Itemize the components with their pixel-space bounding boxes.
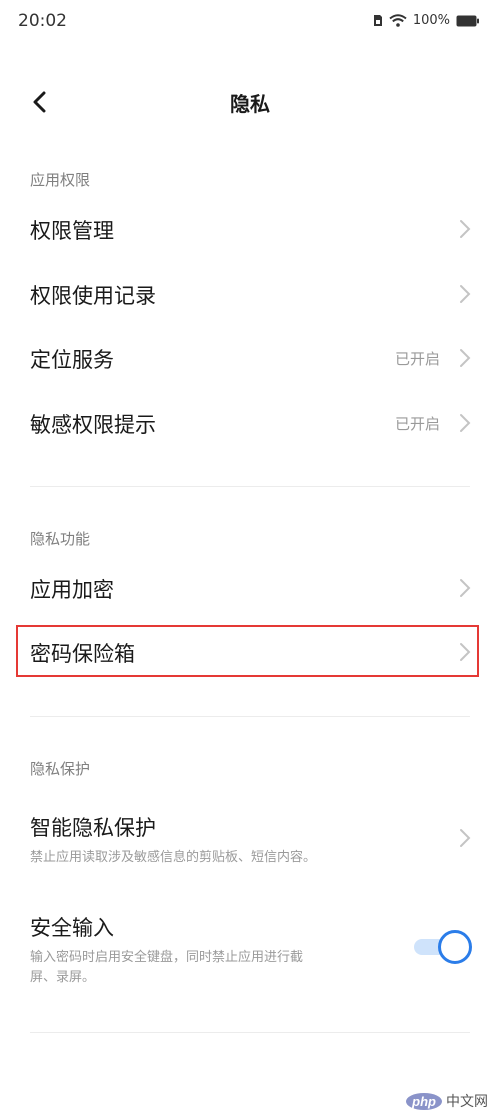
row-description-line-2: 屏、录屏。 [30, 970, 96, 985]
section-header-privacy-protection: 隐私保护 [30, 760, 91, 778]
status-bar: 20:02 100% [0, 0, 500, 46]
row-title: 权限使用记录 [30, 284, 156, 308]
row-description: 禁止应用读取涉及敏感信息的剪贴板、短信内容。 [30, 850, 317, 865]
chevron-right-icon [460, 414, 471, 432]
row-permission-management[interactable]: 权限管理 [0, 197, 500, 261]
row-status-value: 已开启 [394, 415, 440, 433]
battery-icon [456, 15, 480, 27]
section-header-app-permissions: 应用权限 [30, 171, 91, 189]
row-password-vault[interactable]: 密码保险箱 [0, 620, 500, 684]
section-divider [30, 486, 470, 487]
chevron-right-icon [460, 829, 471, 847]
row-location-service[interactable]: 定位服务 已开启 [0, 326, 500, 390]
chevron-right-icon [460, 220, 471, 238]
watermark-php-badge: php [406, 1092, 442, 1110]
watermark: php 中文网 [406, 1091, 488, 1111]
section-divider [30, 1032, 470, 1033]
page-title: 隐私 [230, 92, 270, 116]
chevron-right-icon [460, 285, 471, 303]
row-app-encryption[interactable]: 应用加密 [0, 556, 500, 620]
row-title: 应用加密 [30, 578, 114, 602]
watermark-site-text: 中文网 [446, 1094, 488, 1110]
sim-icon [373, 14, 383, 27]
row-title: 定位服务 [30, 348, 114, 372]
toggle-knob [438, 930, 472, 964]
secure-input-toggle[interactable] [414, 930, 472, 964]
row-title: 密码保险箱 [30, 642, 135, 666]
battery-text: 100% [412, 13, 450, 28]
row-sensitive-permission-prompt[interactable]: 敏感权限提示 已开启 [0, 391, 500, 455]
section-divider [30, 716, 470, 717]
row-smart-privacy-protection[interactable]: 智能隐私保护 禁止应用读取涉及敏感信息的剪贴板、短信内容。 [0, 812, 500, 876]
row-permission-usage-record[interactable]: 权限使用记录 [0, 262, 500, 326]
nav-bar: 隐私 [0, 74, 500, 130]
chevron-right-icon [460, 349, 471, 367]
row-title: 安全输入 [30, 916, 114, 940]
row-title: 智能隐私保护 [30, 816, 156, 840]
row-title: 权限管理 [30, 219, 114, 243]
status-icons: 100% [373, 13, 480, 28]
row-title: 敏感权限提示 [30, 413, 156, 437]
chevron-right-icon [460, 643, 471, 661]
status-time: 20:02 [18, 11, 67, 31]
wifi-icon [389, 14, 407, 27]
row-description-line-1: 输入密码时启用安全键盘，同时禁止应用进行截 [30, 950, 304, 965]
chevron-right-icon [460, 579, 471, 597]
row-status-value: 已开启 [394, 350, 440, 368]
section-header-privacy-functions: 隐私功能 [30, 530, 91, 548]
